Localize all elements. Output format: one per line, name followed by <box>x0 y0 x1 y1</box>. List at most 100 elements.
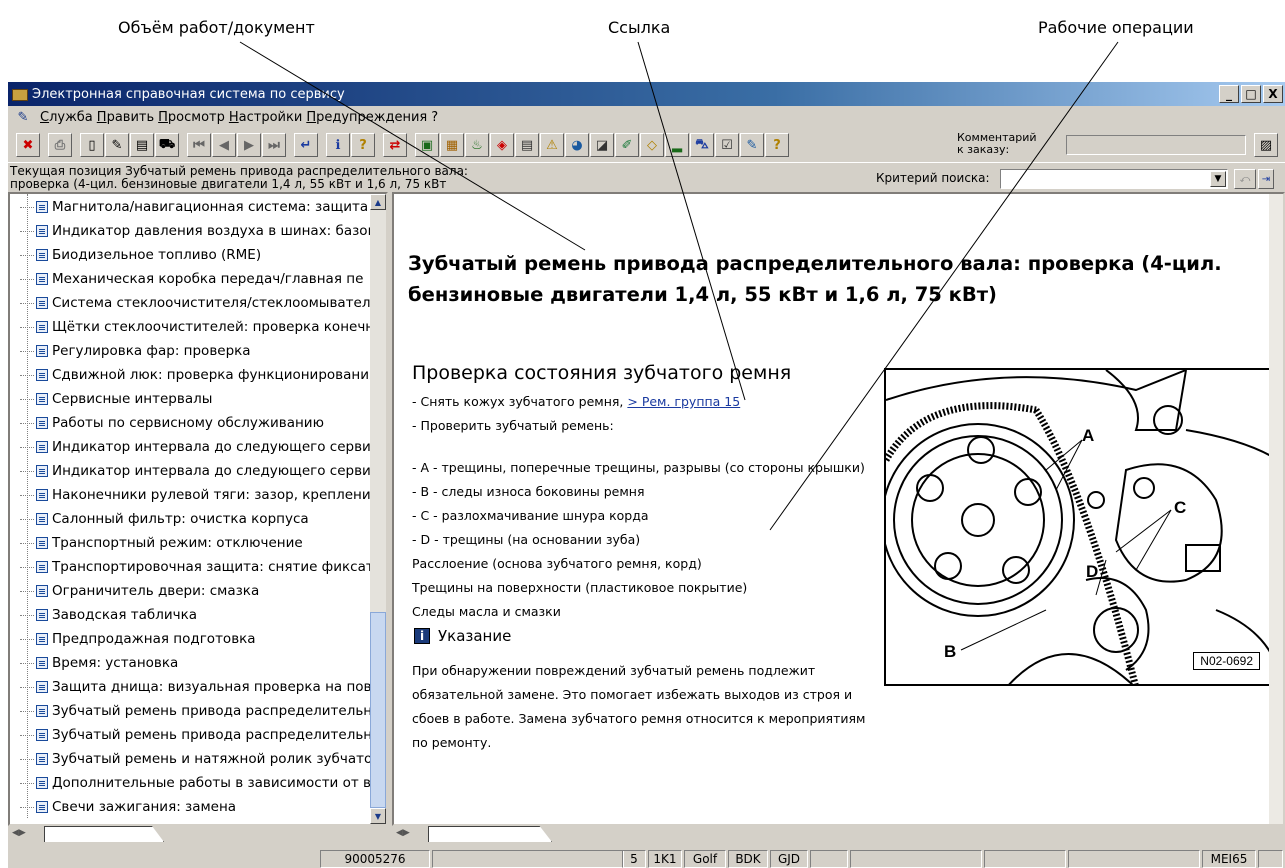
module-5-icon[interactable]: ▤ <box>515 133 539 157</box>
menu-edit[interactable]: Править <box>97 110 154 125</box>
document-list-icon[interactable]: ▤ <box>130 133 154 157</box>
pencil-icon[interactable]: ✐ <box>615 133 639 157</box>
new-document-icon[interactable]: ▯ <box>80 133 104 157</box>
swap-icon[interactable]: ⇄ <box>383 133 407 157</box>
tree-item[interactable]: Зубчатый ремень и натяжной ролик зубчато… <box>20 748 379 770</box>
tree-item[interactable]: Сервисные интервалы <box>20 388 212 410</box>
tree-item[interactable]: Зубчатый ремень привода распределительно <box>20 700 380 722</box>
document-tab[interactable] <box>428 826 552 842</box>
document-icon <box>36 249 48 261</box>
check-item: Следы масла и смазки <box>412 604 561 619</box>
first-page-icon[interactable]: ⏮ <box>187 133 211 157</box>
tree-item[interactable]: Индикатор интервала до следующего сервис <box>20 460 378 482</box>
minimize-button[interactable]: _ <box>1219 85 1239 103</box>
tag-icon[interactable]: ◇ <box>640 133 664 157</box>
tree-item[interactable]: Наконечники рулевой тяги: зазор, креплен… <box>20 484 379 506</box>
scroll-down-icon[interactable]: ▼ <box>370 808 386 824</box>
check-item: - A - трещины, поперечные трещины, разры… <box>412 460 865 475</box>
tree-item[interactable]: Система стеклоочистителя/стеклоомывателя <box>20 292 379 314</box>
tree-item[interactable]: Предпродажная подготовка <box>20 628 256 650</box>
tree-connector <box>20 470 34 472</box>
status-engine-code: BDK <box>728 850 768 868</box>
figure-label-b: B <box>944 642 957 661</box>
document-title: Зубчатый ремень привода распределительно… <box>408 252 1222 306</box>
module-3-icon[interactable]: ♨ <box>465 133 489 157</box>
chevron-down-icon[interactable]: ▼ <box>1210 171 1226 187</box>
menu-help[interactable]: ? <box>431 110 438 125</box>
globe-icon[interactable]: ◕ <box>565 133 589 157</box>
step-check-belt: - Проверить зубчатый ремень: <box>412 418 614 433</box>
menu-service[interactable]: Служба <box>40 110 93 125</box>
check-item: - B - следы износа боковины ремня <box>412 484 645 499</box>
document-vertical-scrollbar[interactable] <box>1269 194 1283 824</box>
car-icon[interactable]: ⛟ <box>155 133 179 157</box>
tree-item[interactable]: Зубчатый ремень привода распределительно <box>20 724 380 746</box>
back-link-icon[interactable]: ↵ <box>294 133 318 157</box>
tab-nav-arrows-icon[interactable]: ◀▶ <box>396 828 410 838</box>
tree-tab[interactable] <box>44 826 164 842</box>
close-button[interactable]: X <box>1263 85 1283 103</box>
prev-page-icon[interactable]: ◀ <box>212 133 236 157</box>
context-help-icon[interactable]: ? <box>765 133 789 157</box>
tree-scroll-thumb[interactable] <box>370 612 386 808</box>
menu-view[interactable]: Просмотр <box>158 110 225 125</box>
edit-document-icon[interactable]: ✎ <box>105 133 129 157</box>
help-icon[interactable]: ? <box>351 133 375 157</box>
tree-item-label: Магнитола/навигационная система: защита <box>52 199 369 215</box>
next-page-icon[interactable]: ▶ <box>237 133 261 157</box>
tree-item[interactable]: Сдвижной люк: проверка функционирования <box>20 364 377 386</box>
warning-icon[interactable]: ⚠ <box>540 133 564 157</box>
tree-vertical-scrollbar[interactable]: ▲ ▼ <box>370 194 386 824</box>
last-page-icon[interactable]: ⏭ <box>262 133 286 157</box>
tree-connector <box>20 494 34 496</box>
search-back-icon[interactable]: ⤺ <box>1234 169 1256 189</box>
tree-item[interactable]: Работы по сервисному обслуживанию <box>20 412 324 434</box>
print-icon[interactable]: ⎙ <box>48 133 72 157</box>
checklist-icon[interactable]: ☑ <box>715 133 739 157</box>
vehicle-service-icon[interactable]: ⛍ <box>690 133 714 157</box>
document-icon <box>36 729 48 741</box>
module-6-icon[interactable]: ◪ <box>590 133 614 157</box>
tree-connector <box>20 734 34 736</box>
stop-icon[interactable]: ✖ <box>16 133 40 157</box>
tree-item-label: Регулировка фар: проверка <box>52 343 251 359</box>
tree-item[interactable]: Индикатор давления воздуха в шинах: базо… <box>20 220 376 242</box>
menu-warnings[interactable]: Предупреждения <box>306 110 427 125</box>
module-4-icon[interactable]: ◈ <box>490 133 514 157</box>
tree-item[interactable]: Магнитола/навигационная система: защита <box>20 196 368 218</box>
info-icon[interactable]: ℹ <box>326 133 350 157</box>
tree-item[interactable]: Защита днища: визуальная проверка на пов… <box>20 676 380 698</box>
scroll-up-icon[interactable]: ▲ <box>370 194 386 210</box>
tree-item[interactable]: Транспортировочная защита: снятие фиксат… <box>20 556 382 578</box>
tree-item-label: Индикатор давления воздуха в шинах: базо… <box>52 223 376 239</box>
module-1-icon[interactable]: ▣ <box>415 133 439 157</box>
search-criteria-select[interactable]: ▼ <box>1000 169 1228 189</box>
status-empty <box>1068 850 1200 868</box>
tree-item[interactable]: Индикатор интервала до следующего сервис <box>20 436 378 458</box>
tree-item[interactable]: Ограничитель двери: смазка <box>20 580 259 602</box>
tree-item[interactable]: Заводская табличка <box>20 604 197 626</box>
comment-edit-icon[interactable]: ▨ <box>1254 133 1278 157</box>
module-2-icon[interactable]: ▦ <box>440 133 464 157</box>
tree-item[interactable]: Транспортный режим: отключение <box>20 532 303 554</box>
tree-item[interactable]: Механическая коробка передач/главная пе <box>20 268 363 290</box>
tensioner-body <box>1114 463 1223 583</box>
tree-item[interactable]: Дополнительные работы в зависимости от в… <box>20 772 380 794</box>
maximize-button[interactable]: □ <box>1241 85 1261 103</box>
order-comment-field[interactable] <box>1066 135 1246 155</box>
module-7-icon[interactable]: ✎ <box>740 133 764 157</box>
tree-connector <box>20 254 34 256</box>
repair-group-link[interactable]: > Рем. группа 15 <box>627 394 740 409</box>
tree-item[interactable]: Регулировка фар: проверка <box>20 340 251 362</box>
tree-item[interactable]: Биодизельное топливо (RME) <box>20 244 261 266</box>
tree-connector <box>20 398 34 400</box>
search-forward-icon[interactable]: ⇥ <box>1258 169 1274 189</box>
vehicle-icon[interactable]: ▂ <box>665 133 689 157</box>
tree-item[interactable]: Время: установка <box>20 652 178 674</box>
tree-item[interactable]: Щётки стеклоочистителей: проверка конечн <box>20 316 374 338</box>
menu-settings[interactable]: Настройки <box>229 110 302 125</box>
tab-nav-arrows-icon[interactable]: ◀▶ <box>12 828 26 838</box>
status-empty <box>850 850 982 868</box>
tree-item[interactable]: Свечи зажигания: замена <box>20 796 236 818</box>
tree-item[interactable]: Салонный фильтр: очистка корпуса <box>20 508 309 530</box>
